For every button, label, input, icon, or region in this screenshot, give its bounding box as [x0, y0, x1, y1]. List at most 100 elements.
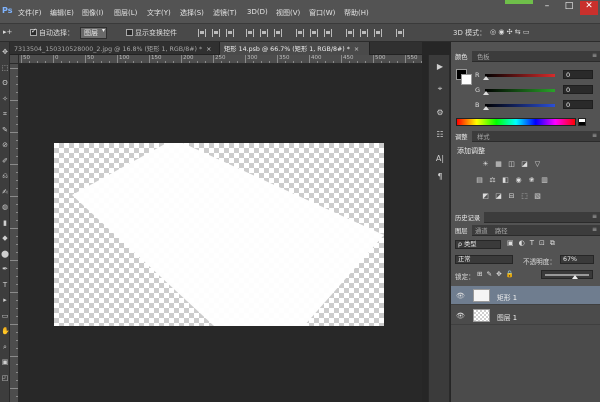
tab-paths[interactable]: 路径 — [491, 225, 512, 236]
green-slider[interactable] — [485, 89, 555, 92]
tool-icon[interactable]: ⬚ — [1, 64, 9, 72]
checkbox-checked-icon[interactable] — [30, 27, 37, 36]
lock-position-icon[interactable]: ✥ — [496, 270, 506, 278]
tool-icon[interactable]: ✒ — [1, 265, 9, 273]
adjustment-row2-4-icon[interactable]: ❀ — [527, 176, 536, 184]
panel-menu-icon[interactable]: ≡ — [592, 132, 597, 139]
opacity-slider-handle[interactable] — [572, 275, 578, 279]
blue-slider[interactable] — [485, 104, 555, 107]
adjustment-row3-1-icon[interactable]: ◪ — [494, 192, 503, 200]
adjustment-row1-1-icon[interactable]: ▦ — [494, 160, 503, 168]
tool-icon[interactable]: ✋ — [1, 327, 10, 335]
tool-icon[interactable]: ⊘ — [1, 141, 9, 149]
brush-preset-icon[interactable]: ⌖ — [433, 83, 447, 95]
menu-edit[interactable]: 编辑(E) — [50, 8, 74, 18]
filter-shape-icon[interactable]: ⊡ — [539, 239, 550, 247]
auto-select-dropdown[interactable]: 图层 — [80, 27, 107, 39]
tool-icon[interactable]: ✍ — [1, 188, 9, 196]
adjustment-row2-5-icon[interactable]: ▥ — [540, 176, 549, 184]
play-icon[interactable]: ▶ — [433, 61, 447, 73]
menu-filter[interactable]: 滤镜(T) — [213, 8, 237, 18]
adjustment-row2-0-icon[interactable]: ▤ — [475, 176, 484, 184]
tool-icon[interactable]: ✐ — [1, 157, 9, 165]
horizontal-ruler[interactable]: 50 0 50 100 150 200 250 300 350 400 450 500 550 — [19, 55, 422, 64]
auto-select-value[interactable]: 图层 — [80, 27, 107, 39]
adjustment-row2-3-icon[interactable]: ◉ — [514, 176, 523, 184]
tab-color[interactable]: 颜色 — [451, 51, 472, 62]
paragraph-icon[interactable]: ¶ — [433, 171, 447, 183]
red-slider-handle[interactable] — [483, 76, 489, 80]
tab-history[interactable]: 历史记录 — [451, 212, 485, 223]
distribute-bottom-icon[interactable] — [324, 29, 332, 37]
blue-slider-handle[interactable] — [483, 106, 489, 110]
eye-icon[interactable]: 👁 — [456, 312, 465, 320]
tool-icon[interactable]: ✎ — [1, 126, 9, 134]
tool-icon[interactable]: ▭ — [1, 312, 9, 320]
lock-all-icon[interactable]: 🔒 — [506, 270, 518, 278]
auto-align-icon[interactable] — [396, 29, 404, 37]
tool-settings-icon[interactable]: ⚙ — [433, 107, 447, 119]
menu-view[interactable]: 视图(V) — [276, 8, 300, 18]
lock-icons[interactable]: ⊞✎✥🔒 — [477, 270, 518, 278]
close-icon[interactable]: × — [354, 46, 359, 53]
distribute-hcenter-icon[interactable] — [360, 29, 368, 37]
adjustment-row3-3-icon[interactable]: ⬚ — [520, 192, 529, 200]
red-value-input[interactable]: 0 — [563, 70, 593, 79]
auto-select-checkbox[interactable]: 自动选择： — [30, 27, 74, 38]
menu-layer[interactable]: 图层(L) — [114, 8, 137, 18]
vertical-ruler[interactable] — [10, 64, 19, 402]
tab-document-jpg[interactable]: 7313504_150310528000_2.jpg @ 16.8% (矩形 1… — [10, 42, 220, 55]
tab-layers[interactable]: 图层 — [451, 225, 472, 236]
panel-menu-icon[interactable]: ≡ — [592, 213, 597, 220]
tool-icon[interactable]: ▸ — [1, 296, 9, 304]
adjustment-row1-4-icon[interactable]: ▽ — [533, 160, 542, 168]
document-canvas[interactable] — [54, 143, 384, 326]
green-value-input[interactable]: 0 — [563, 85, 593, 94]
tool-icon[interactable]: ⌕ — [1, 343, 9, 351]
close-icon[interactable]: ✕ — [580, 1, 598, 15]
panel-menu-icon[interactable]: ≡ — [592, 226, 597, 233]
tool-icon[interactable]: ⌗ — [1, 110, 9, 118]
menu-3d[interactable]: 3D(D) — [247, 8, 268, 16]
rotated-rectangle-shape[interactable] — [54, 143, 384, 326]
tool-icon[interactable]: ⬤ — [1, 250, 9, 258]
menu-window[interactable]: 窗口(W) — [309, 8, 335, 18]
adjustment-row1-0-icon[interactable]: ☀ — [481, 160, 490, 168]
tool-icon[interactable]: ▣ — [1, 358, 9, 366]
background-color-swatch[interactable] — [461, 74, 472, 85]
tool-icon[interactable]: ⎌ — [1, 172, 9, 180]
menu-type[interactable]: 文字(Y) — [147, 8, 171, 18]
menu-help[interactable]: 帮助(H) — [344, 8, 369, 18]
panel-menu-icon[interactable]: ≡ — [592, 52, 597, 59]
lock-image-icon[interactable]: ✎ — [487, 270, 497, 278]
adjust-sliders-icon[interactable]: ☷ — [433, 129, 447, 141]
blue-value-input[interactable]: 0 — [563, 100, 593, 109]
align-top-icon[interactable] — [198, 29, 206, 37]
black-white-ramp[interactable] — [578, 118, 586, 126]
filter-smart-object-icon[interactable]: ⧉ — [550, 239, 560, 247]
adjustment-row3-4-icon[interactable]: ▧ — [533, 192, 542, 200]
adjustment-row2-2-icon[interactable]: ◧ — [501, 176, 510, 184]
tab-styles[interactable]: 样式 — [473, 131, 494, 142]
align-left-icon[interactable] — [246, 29, 254, 37]
maximize-icon[interactable]: □ — [560, 1, 578, 15]
filter-adjustment-icon[interactable]: ◐ — [519, 239, 530, 247]
align-bottom-icon[interactable] — [226, 29, 234, 37]
color-spectrum-ramp[interactable] — [456, 118, 576, 126]
layer-filter-icons[interactable]: ▣◐T⊡⧉ — [507, 239, 560, 248]
distribute-right-icon[interactable] — [374, 29, 382, 37]
lock-transparent-icon[interactable]: ⊞ — [477, 270, 487, 278]
tab-document-psb[interactable]: 矩形 14.psb @ 66.7% (矩形 1, RGB/8#) * × — [220, 42, 370, 55]
green-slider-handle[interactable] — [483, 91, 489, 95]
distribute-top-icon[interactable] — [296, 29, 304, 37]
show-transform-checkbox[interactable]: 显示变换控件 — [126, 28, 177, 38]
opacity-slider[interactable] — [541, 270, 593, 279]
character-icon[interactable]: A| — [433, 153, 447, 165]
tool-icon[interactable]: ◍ — [1, 203, 9, 211]
tab-channels[interactable]: 通道 — [471, 225, 492, 236]
adjustment-row1-3-icon[interactable]: ◪ — [520, 160, 529, 168]
tool-icon[interactable]: ◰ — [1, 374, 9, 382]
3d-rotate-icon[interactable]: ◎ ◉ ✣ ⇆ ▭ — [490, 28, 529, 36]
filter-type-icon[interactable]: T — [530, 239, 539, 247]
opacity-input[interactable]: 67% — [560, 255, 594, 264]
